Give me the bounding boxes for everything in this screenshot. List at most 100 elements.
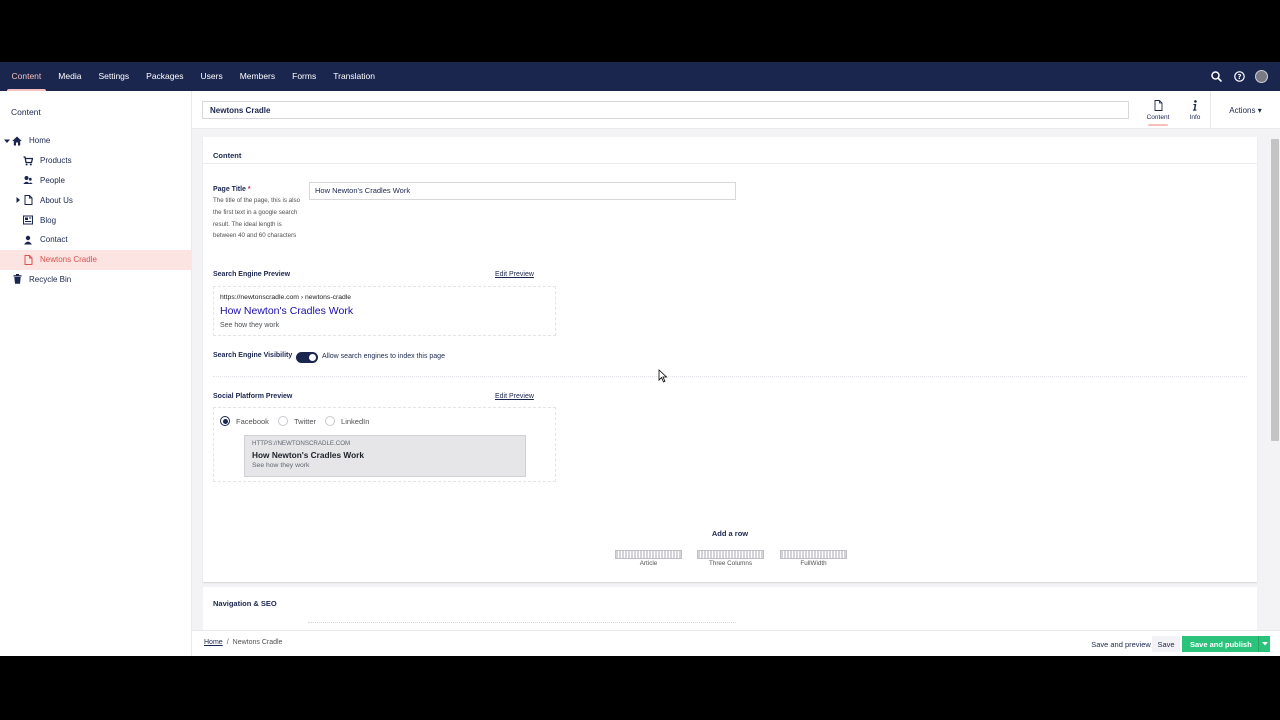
tree-item-newtons-cradle[interactable]: Newtons Cradle <box>0 249 192 270</box>
caret-down-icon[interactable] <box>4 138 10 144</box>
layout-thumbnail <box>780 550 847 559</box>
layout-label: Three Columns <box>708 560 753 567</box>
edit-search-preview-link[interactable]: Edit Preview <box>495 271 534 278</box>
tree-item-label: Recycle Bin <box>29 274 72 284</box>
radio-linkedin[interactable] <box>325 416 336 426</box>
nav-translation[interactable]: Translation <box>325 62 384 91</box>
nav-members[interactable]: Members <box>231 62 283 91</box>
trash-icon <box>12 274 22 285</box>
user-avatar[interactable] <box>1255 70 1268 83</box>
mouse-cursor-icon <box>658 369 668 383</box>
index-toggle[interactable] <box>296 352 318 363</box>
seo-title: How Newton's Cradles Work <box>220 305 354 317</box>
tab-info[interactable]: Info <box>1178 91 1212 129</box>
node-name-input[interactable] <box>202 101 1129 119</box>
tree-item-recycle-bin[interactable]: Recycle Bin <box>0 270 192 290</box>
nav-packages[interactable]: Packages <box>138 62 192 91</box>
card-title: How Newton's Cradles Work <box>252 450 365 460</box>
breadcrumb: Home / Newtons Cradle <box>204 639 282 646</box>
group-title: Content <box>203 137 1257 164</box>
tree-item-label: Products <box>40 156 72 166</box>
topnav-tools: ? <box>1209 62 1268 91</box>
page-title-description: The title of the page, this is also the … <box>213 197 301 240</box>
content-editor: Content Info Actions ▾ Content Page Titl… <box>192 91 1280 656</box>
editor-scrollbar[interactable] <box>1271 139 1279 441</box>
breadcrumb-separator: / <box>226 639 229 646</box>
social-preview-label: Social Platform Preview <box>213 393 293 400</box>
caret-right-icon[interactable] <box>15 197 21 204</box>
tree-item-label: Blog <box>40 215 57 225</box>
search-icon[interactable] <box>1209 70 1223 84</box>
tab-content[interactable]: Content <box>1141 91 1175 129</box>
cart-icon <box>23 156 33 166</box>
info-icon <box>1190 99 1200 111</box>
tree-item-label: Home <box>29 136 51 146</box>
tree-item-label: Contact <box>40 235 68 245</box>
label-text: Page Title <box>213 186 246 193</box>
nav-forms[interactable]: Forms <box>284 62 325 91</box>
nav-content[interactable]: Content <box>3 62 50 91</box>
umbraco-app: Content Media Settings Packages Users Me… <box>0 62 1280 656</box>
tree-item-label: About Us <box>40 195 73 205</box>
group-title: Navigation & SEO <box>213 599 277 608</box>
visibility-label: Search Engine Visibility <box>213 352 293 359</box>
social-preview-box: Facebook Twitter LinkedIn HTTPS://NEWTON… <box>213 407 556 482</box>
document-icon <box>23 195 33 206</box>
tree-item-label: Newtons Cradle <box>40 255 97 265</box>
help-icon[interactable]: ? <box>1232 70 1246 84</box>
contact-icon <box>23 235 33 245</box>
publish-label: Save and publish <box>1190 639 1252 649</box>
layout-thumbnail <box>615 550 682 559</box>
required-mark: * <box>247 186 251 193</box>
radio-twitter[interactable] <box>277 416 288 426</box>
navigation-seo-panel: Navigation & SEO <box>203 587 1257 635</box>
tab-label: Content <box>1146 113 1170 121</box>
layout-article[interactable]: Article <box>615 550 682 567</box>
breadcrumb-home[interactable]: Home <box>204 639 223 646</box>
document-icon <box>1153 99 1163 111</box>
tree-item-people[interactable]: People <box>0 171 192 191</box>
radio-facebook[interactable] <box>220 416 230 426</box>
tree-item-contact[interactable]: Contact <box>0 230 192 250</box>
top-navigation: Content Media Settings Packages Users Me… <box>0 62 1280 91</box>
sidebar-title: Content <box>11 107 41 117</box>
save-and-publish-button[interactable]: Save and publish <box>1182 636 1270 652</box>
layout-fullwidth[interactable]: FullWidth <box>780 550 847 567</box>
layout-thumbnail <box>697 550 764 559</box>
save-and-preview-button[interactable]: Save and preview <box>1086 636 1156 652</box>
tree-item-blog[interactable]: Blog <box>0 210 192 230</box>
editor-footer: Home / Newtons Cradle Save and preview S… <box>192 630 1280 656</box>
newspaper-icon <box>23 215 33 225</box>
add-row-title: Add a row <box>711 529 749 538</box>
radio-label: LinkedIn <box>341 416 370 426</box>
layout-three-columns[interactable]: Three Columns <box>697 550 764 567</box>
document-icon <box>23 254 33 265</box>
page-title-input[interactable]: How Newton's Cradles Work <box>309 182 736 200</box>
layout-label: FullWidth <box>800 560 827 567</box>
nav-users[interactable]: Users <box>192 62 231 91</box>
tree-item-label: People <box>40 175 65 185</box>
save-button[interactable]: Save <box>1152 636 1180 652</box>
tree-item-products[interactable]: Products <box>0 151 192 171</box>
editor-header: Content Info Actions ▾ <box>192 91 1280 129</box>
content-group-panel: Content Page Title * The title of the pa… <box>203 137 1257 582</box>
seo-url: https://newtonscradle.com › newtons-crad… <box>220 294 352 301</box>
divider <box>213 376 1247 377</box>
search-preview-label: Search Engine Preview <box>213 271 291 278</box>
search-preview-box: https://newtonscradle.com › newtons-crad… <box>213 286 556 336</box>
edit-social-preview-link[interactable]: Edit Preview <box>495 393 534 400</box>
tree-item-about-us[interactable]: About Us <box>0 190 192 210</box>
seo-description: See how they work <box>220 322 280 329</box>
publish-options-caret-icon[interactable] <box>1258 636 1270 652</box>
layout-label: Article <box>639 560 658 567</box>
divider <box>308 622 736 626</box>
card-url: HTTPS://NEWTONSCRADLE.COM <box>252 440 351 447</box>
actions-dropdown[interactable]: Actions ▾ <box>1210 91 1280 129</box>
nav-settings[interactable]: Settings <box>90 62 138 91</box>
page-title-label: Page Title * <box>213 186 251 193</box>
tab-label: Info <box>1189 113 1201 121</box>
index-toggle-label: Allow search engines to index this page <box>322 353 445 360</box>
platform-radio-group: Facebook Twitter LinkedIn <box>220 416 378 426</box>
nav-media[interactable]: Media <box>50 62 90 91</box>
tree-item-home[interactable]: Home <box>0 131 192 151</box>
